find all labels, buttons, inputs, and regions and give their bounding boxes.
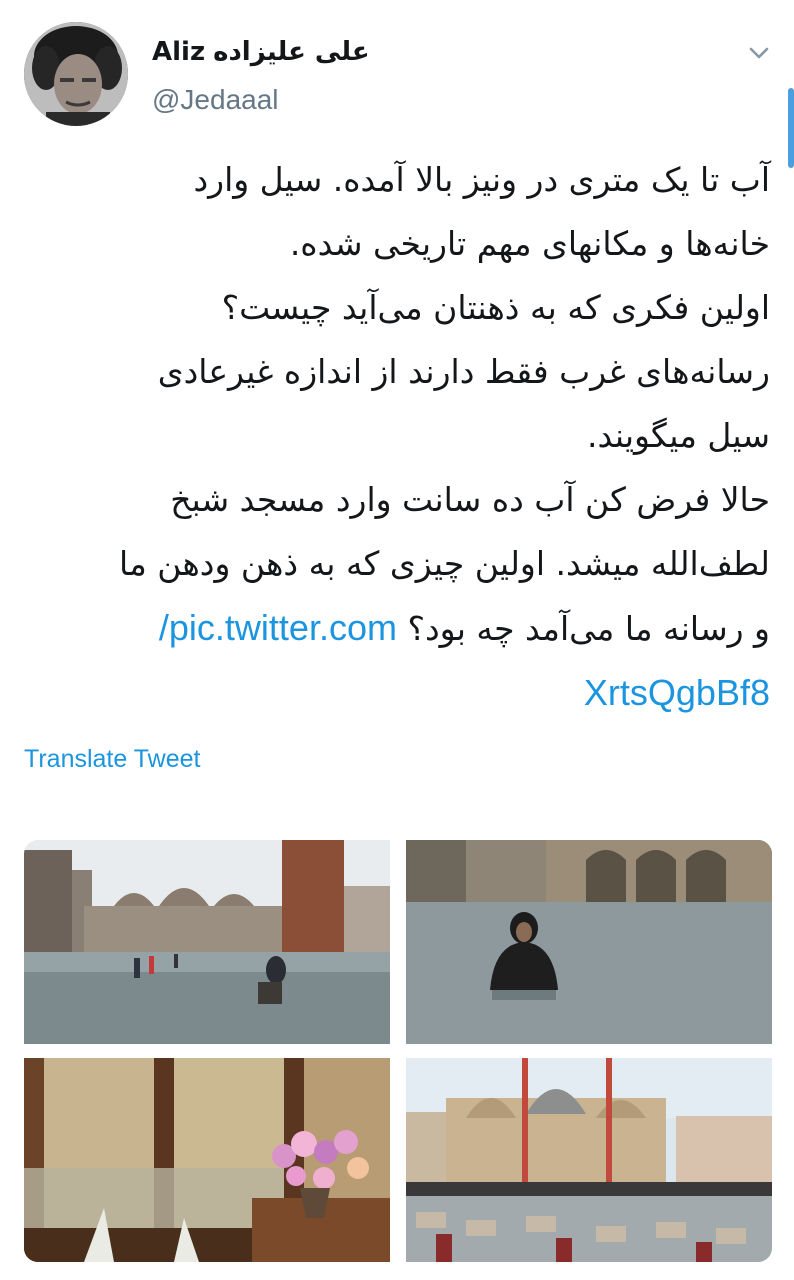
chevron-down-icon[interactable] xyxy=(744,38,774,68)
tweet-line: اولین فکری که به ذهنتان می‌آید چیست؟ xyxy=(221,288,770,327)
display-name-latin: Aliz xyxy=(152,37,206,67)
media-photo-4[interactable] xyxy=(406,1058,772,1262)
tweet-line-with-link: و رسانه ما می‌آمد چه بود؟ pic.twitter.co… xyxy=(20,596,770,661)
media-grid xyxy=(24,840,772,1262)
tweet-text: آب تا یک متری در ونیز بالا آمده. سیل وار… xyxy=(20,148,770,725)
tweet-line: و رسانه ما می‌آمد چه بود؟ xyxy=(407,609,770,648)
tweet-line: خانه‌ها و مکانهای مهم تاریخی شده. xyxy=(289,224,770,263)
user-handle[interactable]: @Jedaaal xyxy=(152,84,279,116)
tweet-line: حالا فرض کن آب ده سانت وارد مسجد شبخ xyxy=(170,480,770,519)
tweet-line: سیل میگویند. xyxy=(587,416,770,455)
media-photo-2[interactable] xyxy=(406,840,772,1044)
scrollbar[interactable] xyxy=(788,88,794,168)
tweet-line: رسانه‌های غرب فقط دارند از اندازه غیرعاد… xyxy=(157,352,770,391)
avatar[interactable] xyxy=(24,22,128,126)
translate-tweet-link[interactable]: Translate Tweet xyxy=(24,745,200,774)
pic-link[interactable]: pic.twitter.com/ xyxy=(159,607,397,648)
tweet-line: آب تا یک متری در ونیز بالا آمده. سیل وار… xyxy=(193,160,770,199)
pic-link-continued[interactable]: XrtsQgbBf8 xyxy=(20,661,770,725)
media-photo-1[interactable] xyxy=(24,840,390,1044)
media-photo-3[interactable] xyxy=(24,1058,390,1262)
display-name-persian: علی علیزاده xyxy=(213,37,370,67)
tweet-line: لطف‌الله میشد. اولین چیزی که به ذهن ودهن… xyxy=(119,544,770,583)
avatar-image xyxy=(24,22,128,126)
display-name[interactable]: Aliz علی علیزاده xyxy=(152,34,370,70)
